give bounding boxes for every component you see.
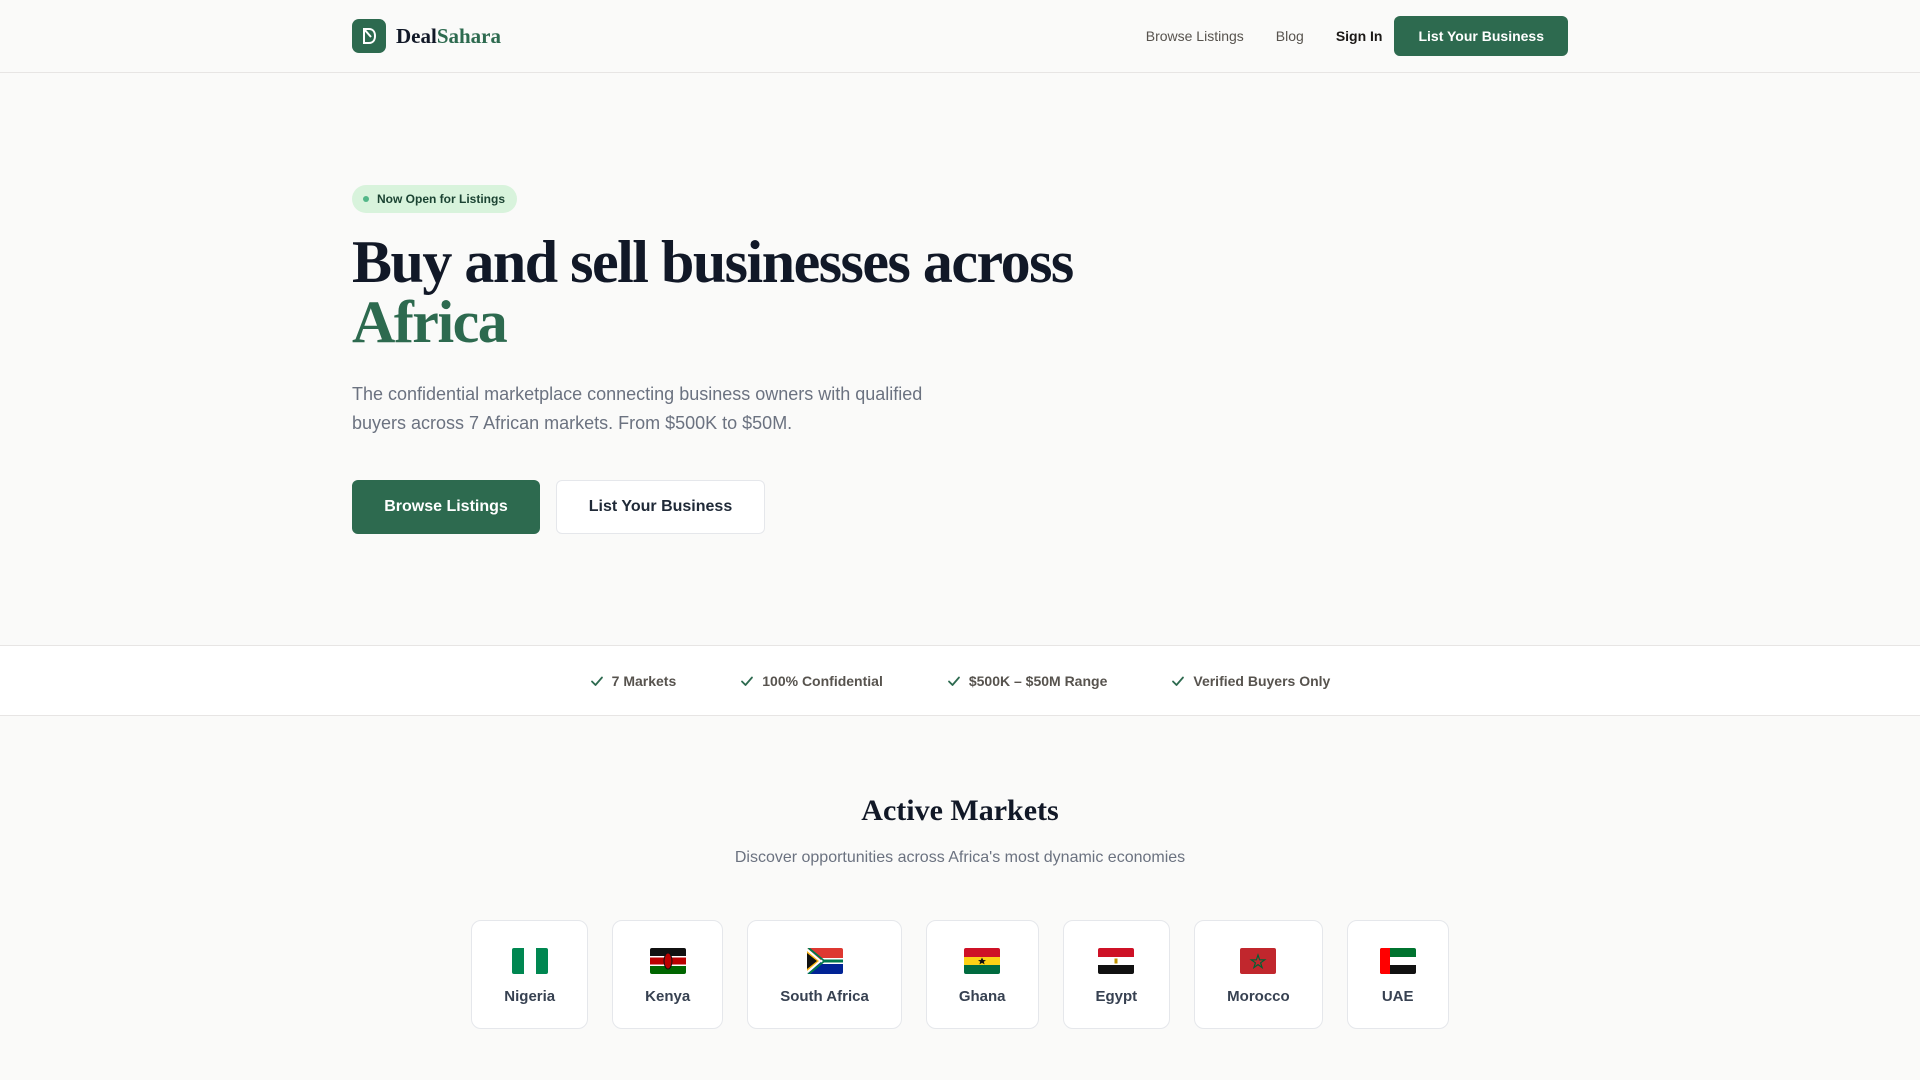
check-icon bbox=[947, 676, 960, 686]
market-name: Kenya bbox=[645, 988, 691, 1005]
market-card-morocco[interactable]: Morocco bbox=[1194, 920, 1323, 1029]
status-dot-icon bbox=[363, 196, 369, 202]
status-badge-label: Now Open for Listings bbox=[377, 192, 505, 206]
check-icon bbox=[590, 676, 603, 686]
hero-title-highlight: Africa bbox=[352, 289, 508, 355]
market-name: South Africa bbox=[780, 988, 869, 1005]
list-business-button[interactable]: List Your Business bbox=[556, 480, 765, 534]
hero-title-line1: Buy and sell businesses across bbox=[352, 229, 1074, 295]
trust-item-label: Verified Buyers Only bbox=[1193, 672, 1331, 689]
browse-listings-button[interactable]: Browse Listings bbox=[352, 480, 540, 534]
south-africa-flag-icon bbox=[806, 944, 843, 978]
markets-subtitle: Discover opportunities across Africa's m… bbox=[734, 849, 1186, 866]
list-business-header-button[interactable]: List Your Business bbox=[1394, 16, 1568, 56]
main-nav: Browse Listings Blog Sign In List Your B… bbox=[1146, 16, 1568, 56]
market-card-uae[interactable]: UAE bbox=[1346, 920, 1449, 1029]
site-header: DealSahara Browse Listings Blog Sign In … bbox=[0, 0, 1920, 73]
kenya-flag-icon bbox=[649, 944, 686, 978]
check-icon bbox=[741, 676, 754, 686]
sign-in-link[interactable]: Sign In bbox=[1336, 28, 1383, 44]
hero-title: Buy and sell businesses across Africa bbox=[352, 232, 1172, 352]
trust-item-label: 7 Markets bbox=[611, 672, 677, 689]
market-name: UAE bbox=[1381, 988, 1414, 1005]
nav-blog[interactable]: Blog bbox=[1276, 28, 1304, 44]
market-card-egypt[interactable]: Egypt bbox=[1062, 920, 1171, 1029]
trust-bar: 7 Markets 100% Confidential $500K – $50M… bbox=[0, 645, 1920, 716]
uae-flag-icon bbox=[1379, 944, 1416, 978]
market-name: Nigeria bbox=[504, 988, 556, 1005]
trust-item: 7 Markets bbox=[590, 672, 677, 689]
market-card-ghana[interactable]: Ghana bbox=[925, 920, 1039, 1029]
status-badge: Now Open for Listings bbox=[352, 185, 517, 213]
nav-browse-listings[interactable]: Browse Listings bbox=[1146, 28, 1244, 44]
trust-item-label: 100% Confidential bbox=[762, 672, 883, 689]
markets-title: Active Markets bbox=[861, 794, 1059, 827]
market-card-kenya[interactable]: Kenya bbox=[612, 920, 724, 1029]
ghana-flag-icon bbox=[964, 944, 1001, 978]
check-icon bbox=[1172, 676, 1185, 686]
egypt-flag-icon bbox=[1098, 944, 1135, 978]
market-name: Ghana bbox=[958, 988, 1006, 1005]
market-name: Egypt bbox=[1095, 988, 1138, 1005]
market-card-south-africa[interactable]: South Africa bbox=[747, 920, 902, 1029]
markets-grid: Nigeria Kenya South Africa Ghana Egypt M… bbox=[0, 920, 1920, 1029]
market-card-nigeria[interactable]: Nigeria bbox=[471, 920, 589, 1029]
trust-item: $500K – $50M Range bbox=[947, 672, 1108, 689]
market-name: Morocco bbox=[1227, 988, 1290, 1005]
brand-name: DealSahara bbox=[396, 23, 502, 48]
trust-item-label: $500K – $50M Range bbox=[968, 672, 1108, 689]
brand-logo-link[interactable]: DealSahara bbox=[352, 19, 501, 53]
trust-item: 100% Confidential bbox=[740, 673, 883, 689]
trust-item: Verified Buyers Only bbox=[1171, 673, 1330, 689]
brand-logo-icon bbox=[352, 19, 386, 53]
hero-subtitle: The confidential marketplace connecting … bbox=[352, 384, 923, 433]
nigeria-flag-icon bbox=[511, 944, 548, 978]
morocco-flag-icon bbox=[1240, 944, 1277, 978]
